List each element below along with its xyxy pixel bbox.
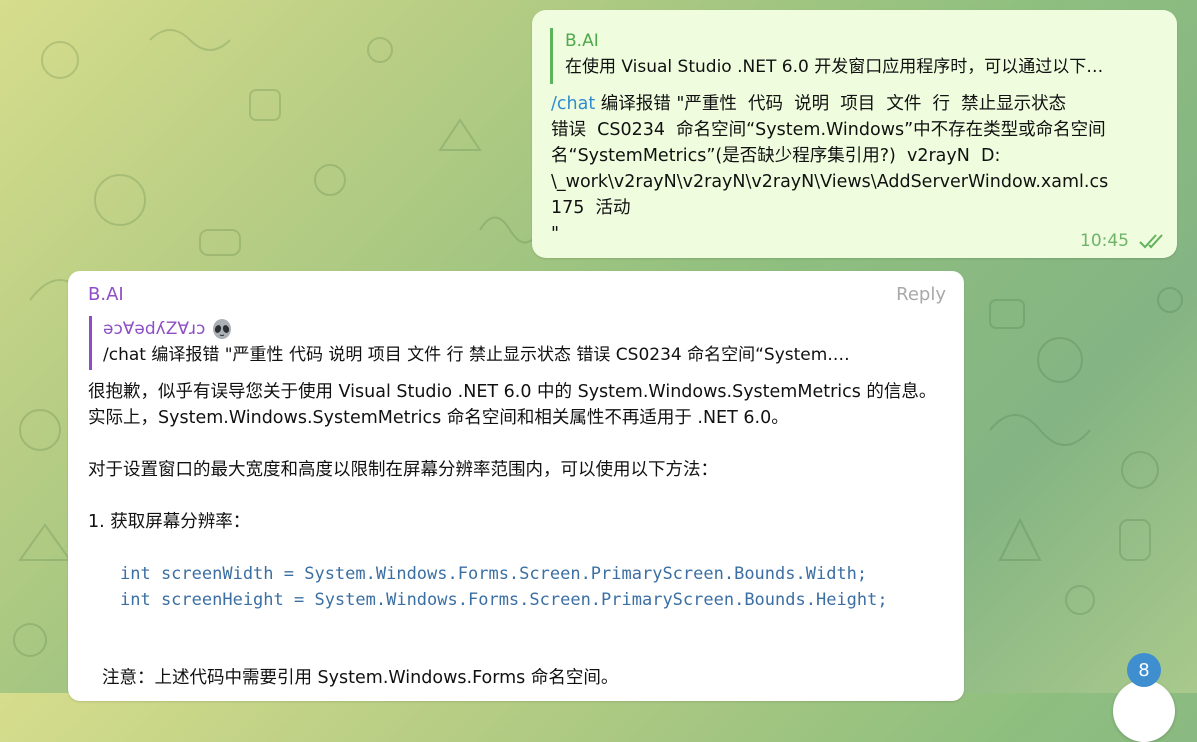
quote-sender-name: ǝɔⱯǝdʎZⱯɹɔ [103, 319, 206, 339]
outgoing-message-text: /chat 编译报错 "严重性 代码 说明 项目 文件 行 禁止显示状态 错误 … [551, 91, 1151, 247]
outgoing-message-bubble[interactable]: B.AI 在使用 Visual Studio .NET 6.0 开发窗口应用程序… [532, 10, 1177, 258]
double-check-icon [1139, 234, 1163, 249]
quote-text: /chat 编译报错 "严重性 代码 说明 项目 文件 行 禁止显示状态 错误 … [103, 345, 850, 365]
quote-text: 在使用 Visual Studio .NET 6.0 开发窗口应用程序时，可以通… [565, 57, 1104, 77]
reply-quote[interactable]: B.AI 在使用 Visual Studio .NET 6.0 开发窗口应用程序… [550, 28, 1160, 84]
message-time: 10:45 [1080, 231, 1129, 251]
message-meta: 10:45 [1080, 231, 1167, 251]
message-line: /chat 编译报错 "严重性 代码 说明 项目 文件 行 禁止显示状态 [551, 91, 1151, 117]
paragraph: 对于设置窗口的最大宽度和高度以限制在屏幕分辨率范围内，可以使用以下方法： [88, 460, 718, 480]
code-line: int screenHeight = System.Windows.Forms.… [120, 590, 888, 610]
incoming-message-bubble[interactable]: B.AI Reply ǝɔⱯǝdʎZⱯɹɔ /chat 编译报错 "严重性 代码… [68, 271, 964, 701]
unread-count-badge[interactable]: 8 [1127, 653, 1161, 687]
code-line: int screenWidth = System.Windows.Forms.S… [120, 564, 868, 584]
message-line: 175 活动 [551, 198, 631, 218]
incoming-message-text: 很抱歉，似乎有误导您关于使用 Visual Studio .NET 6.0 中的… [88, 379, 948, 691]
message-line: \_work\v2rayN\v2rayN\v2rayN\Views\AddSer… [551, 172, 1109, 192]
alien-icon [213, 319, 232, 339]
scroll-down-button[interactable] [1113, 680, 1175, 742]
quote-sender-name: B.AI [565, 31, 599, 51]
reply-quote[interactable]: ǝɔⱯǝdʎZⱯɹɔ /chat 编译报错 "严重性 代码 说明 项目 文件 行… [89, 316, 947, 370]
code-block[interactable]: int screenWidth = System.Windows.Forms.S… [88, 561, 948, 613]
message-line: 错误 CS0234 命名空间“System.Windows”中不存在类型或命名空… [551, 120, 1106, 140]
bot-command-link[interactable]: /chat [551, 94, 595, 114]
quote-sender: ǝɔⱯǝdʎZⱯɹɔ [103, 316, 947, 342]
note-text: 注意：上述代码中需要引用 System.Windows.Forms 命名空间。 [102, 668, 619, 688]
paragraph: 很抱歉，似乎有误导您关于使用 Visual Studio .NET 6.0 中的… [88, 382, 937, 428]
reply-button[interactable]: Reply [896, 282, 946, 308]
step-heading: 1. 获取屏幕分辨率： [88, 512, 251, 532]
message-line-text: 编译报错 "严重性 代码 说明 项目 文件 行 禁止显示状态 [595, 94, 1067, 114]
message-line: " [551, 224, 560, 244]
message-line: 名“SystemMetrics”(是否缺少程序集引用?) v2rayN D: [551, 146, 1001, 166]
sender-name[interactable]: B.AI [88, 282, 124, 308]
